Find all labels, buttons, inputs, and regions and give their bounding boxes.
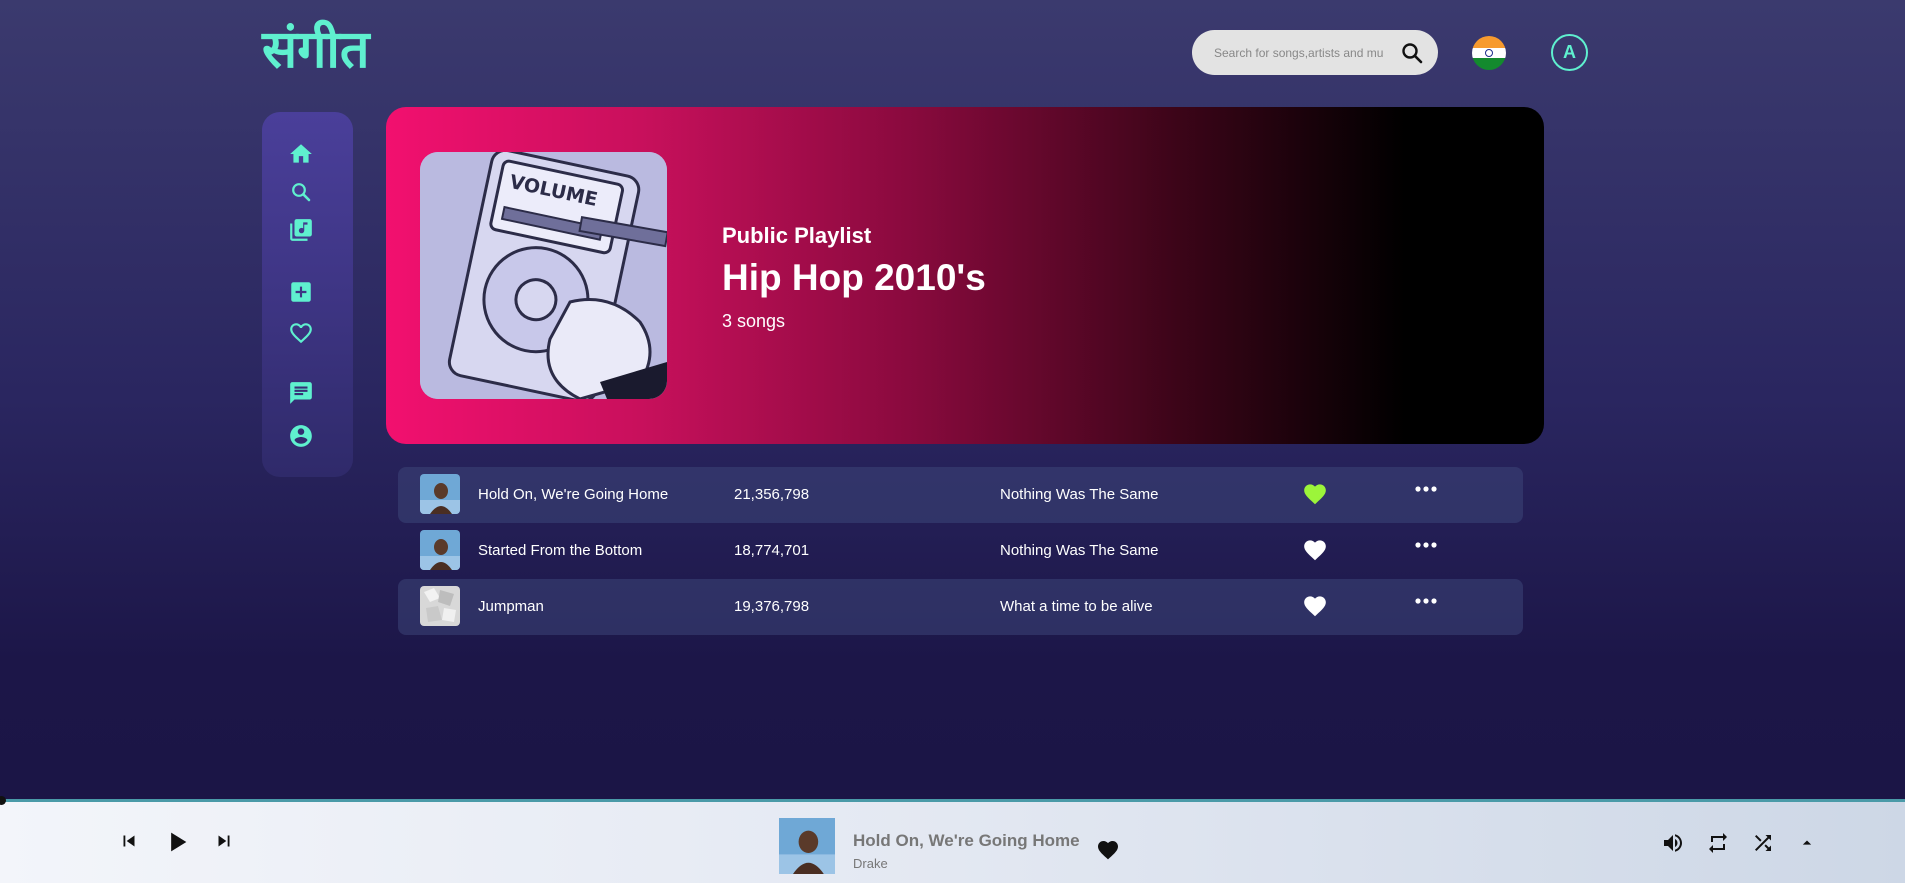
- liked-heart-icon[interactable]: [1302, 481, 1328, 505]
- sidebar: [262, 112, 353, 477]
- table-row[interactable]: Started From the Bottom 18,774,701 Nothi…: [398, 523, 1523, 579]
- track-plays: 19,376,798: [734, 598, 810, 615]
- track-album[interactable]: Nothing Was The Same: [1000, 486, 1158, 503]
- table-row[interactable]: Hold On, We're Going Home 21,356,798 Not…: [398, 467, 1523, 523]
- track-album[interactable]: Nothing Was The Same: [1000, 542, 1158, 559]
- user-avatar[interactable]: A: [1551, 34, 1588, 71]
- playlist-hero: VOLUME Public Playlist Hip Hop 2010's 3 …: [386, 107, 1544, 444]
- track-thumbnail: [420, 530, 460, 570]
- search-bar[interactable]: [1192, 30, 1438, 75]
- table-row[interactable]: Jumpman 19,376,798 What a time to be ali…: [398, 579, 1523, 635]
- track-name[interactable]: Hold On, We're Going Home: [478, 486, 668, 503]
- track-plays: 21,356,798: [734, 486, 810, 503]
- heart-icon[interactable]: [1302, 593, 1328, 617]
- track-name[interactable]: Jumpman: [478, 598, 544, 615]
- track-list: Hold On, We're Going Home 21,356,798 Not…: [398, 467, 1523, 635]
- chat-icon[interactable]: [286, 378, 316, 408]
- like-heart-icon[interactable]: [1096, 838, 1120, 860]
- now-playing-title[interactable]: Hold On, We're Going Home: [853, 831, 1080, 851]
- expand-arrow-icon[interactable]: [1796, 833, 1818, 853]
- track-thumbnail: [420, 586, 460, 626]
- more-options-icon[interactable]: [1413, 481, 1439, 501]
- track-album[interactable]: What a time to be alive: [1000, 598, 1153, 615]
- play-icon[interactable]: [163, 827, 191, 857]
- playlist-cover-image: VOLUME: [420, 152, 667, 399]
- track-name[interactable]: Started From the Bottom: [478, 542, 642, 559]
- now-playing-artist[interactable]: Drake: [853, 856, 888, 871]
- shuffle-icon[interactable]: [1751, 831, 1775, 855]
- search-icon[interactable]: [286, 177, 316, 207]
- add-playlist-icon[interactable]: [286, 277, 316, 307]
- playlist-song-count: 3 songs: [722, 311, 786, 331]
- track-plays: 18,774,701: [734, 542, 810, 559]
- volume-icon[interactable]: [1661, 831, 1685, 855]
- now-playing-thumbnail[interactable]: [779, 818, 835, 874]
- next-track-icon[interactable]: [213, 830, 235, 852]
- heart-icon[interactable]: [1302, 537, 1328, 561]
- search-icon[interactable]: [1400, 41, 1424, 65]
- repeat-icon[interactable]: [1706, 831, 1730, 855]
- playlist-visibility: Public Playlist: [722, 223, 872, 248]
- heart-icon[interactable]: [286, 318, 316, 348]
- library-icon[interactable]: [286, 215, 316, 245]
- track-thumbnail: [420, 474, 460, 514]
- home-icon[interactable]: [286, 139, 316, 169]
- search-input[interactable]: [1214, 45, 1386, 60]
- playback-progress-bar[interactable]: [0, 796, 1905, 805]
- profile-icon[interactable]: [286, 421, 316, 451]
- previous-track-icon[interactable]: [118, 830, 140, 852]
- app-logo[interactable]: संगीत: [262, 18, 370, 82]
- player-bar: Hold On, We're Going Home Drake: [0, 801, 1905, 883]
- more-options-icon[interactable]: [1413, 537, 1439, 557]
- more-options-icon[interactable]: [1413, 593, 1439, 613]
- playlist-title: Hip Hop 2010's: [722, 257, 986, 298]
- india-flag-icon[interactable]: [1472, 36, 1506, 70]
